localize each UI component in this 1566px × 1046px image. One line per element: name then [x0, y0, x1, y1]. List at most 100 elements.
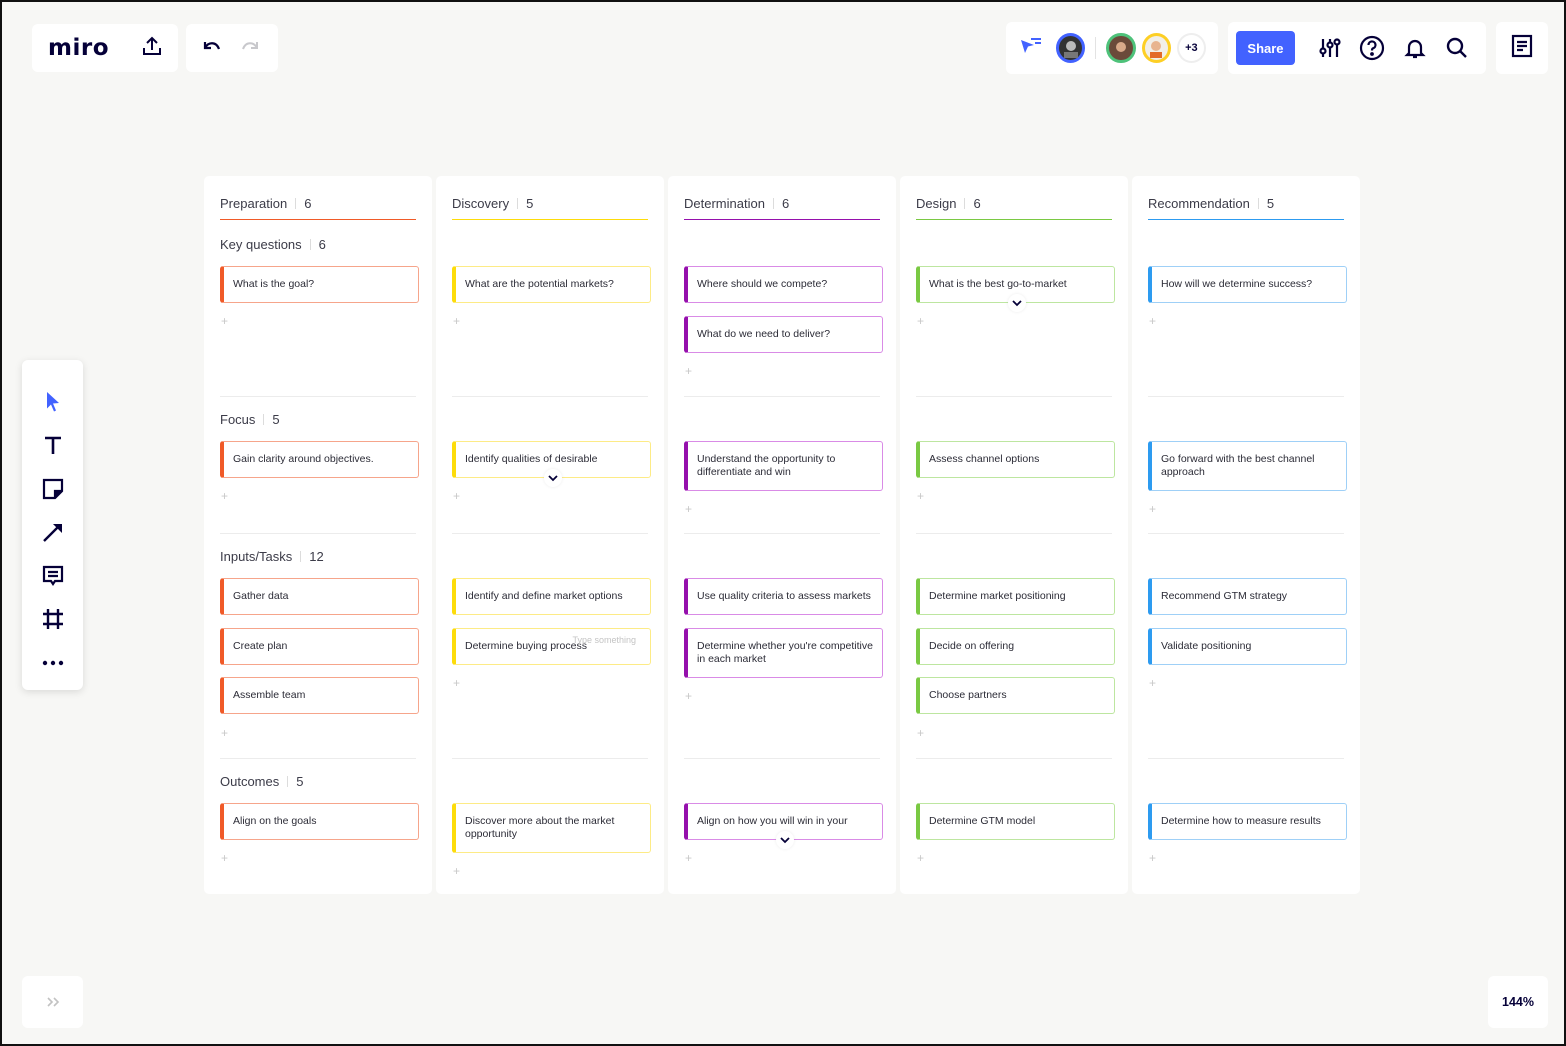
card[interactable]: Identify qualities of desirable	[452, 441, 651, 487]
avatar[interactable]	[1141, 33, 1171, 63]
expand-card-chevron-icon[interactable]	[544, 469, 562, 487]
add-card-icon[interactable]: +	[917, 726, 924, 740]
card-text: Align on the goals	[233, 815, 317, 827]
card-text: Gather data	[233, 590, 289, 602]
card[interactable]: Determine how to measure results	[1148, 803, 1347, 840]
share-button[interactable]: Share	[1236, 31, 1295, 65]
help-icon[interactable]	[1351, 31, 1393, 65]
row-label-inputs-tasks: Inputs/Tasks 12	[220, 547, 324, 565]
add-card-icon[interactable]: +	[221, 314, 228, 328]
card[interactable]: What do we need to deliver?	[684, 316, 883, 353]
expand-card-chevron-icon[interactable]	[776, 831, 794, 849]
add-card-icon[interactable]: +	[917, 489, 924, 503]
add-card-icon[interactable]: +	[685, 502, 692, 516]
add-card-icon[interactable]: +	[1149, 676, 1156, 690]
card[interactable]: Validate positioning	[1148, 628, 1347, 665]
document-notes-icon[interactable]	[1511, 34, 1533, 63]
redo-icon[interactable]	[240, 38, 260, 59]
add-card-icon[interactable]: +	[221, 726, 228, 740]
column-count: 5	[526, 196, 534, 211]
card-text: Determine market positioning	[929, 590, 1066, 602]
row-count: 6	[318, 236, 326, 252]
column-title: Determination	[684, 196, 765, 211]
follow-cursor-icon[interactable]	[1018, 35, 1044, 62]
row-divider	[220, 533, 416, 534]
column-header: Discovery 5	[452, 188, 648, 220]
notes-panel	[1496, 22, 1548, 74]
add-card-icon[interactable]: +	[685, 689, 692, 703]
expand-card-chevron-icon[interactable]	[1008, 294, 1026, 312]
column-determination: Determination 6 Where should we compete? …	[668, 176, 896, 894]
undo-icon[interactable]	[202, 38, 222, 59]
card[interactable]: Assess channel options	[916, 441, 1115, 478]
expand-panel-button[interactable]	[22, 976, 83, 1028]
card-text: Discover more about the market opportuni…	[465, 815, 615, 840]
settings-sliders-icon[interactable]	[1309, 31, 1351, 65]
select-cursor-icon[interactable]	[33, 380, 73, 424]
add-card-icon[interactable]: +	[1149, 314, 1156, 328]
card[interactable]: Gather data	[220, 578, 419, 615]
card[interactable]: Align on how you will win in your	[684, 803, 883, 849]
card[interactable]: Where should we compete?	[684, 266, 883, 303]
avatar[interactable]	[1106, 33, 1136, 63]
card[interactable]: How will we determine success?	[1148, 266, 1347, 303]
add-card-icon[interactable]: +	[917, 314, 924, 328]
add-card-icon[interactable]: +	[685, 851, 692, 865]
card-text: Determine how to measure results	[1161, 815, 1321, 827]
card[interactable]: What is the best go-to-market	[916, 266, 1115, 312]
card[interactable]: Discover more about the market opportuni…	[452, 803, 651, 853]
more-collaborators-badge[interactable]: +3	[1176, 33, 1206, 63]
card[interactable]: Understand the opportunity to differenti…	[684, 441, 883, 491]
card[interactable]: Recommend GTM strategy	[1148, 578, 1347, 615]
column-title: Discovery	[452, 196, 510, 211]
miro-logo[interactable]: miro	[48, 35, 109, 61]
zoom-level[interactable]: 144%	[1488, 976, 1548, 1028]
card[interactable]: Assemble team	[220, 677, 419, 714]
export-icon[interactable]	[141, 35, 163, 62]
card-text: Gain clarity around objectives.	[233, 453, 374, 465]
card[interactable]: Decide on offering	[916, 628, 1115, 665]
add-card-icon[interactable]: +	[453, 864, 460, 878]
add-card-icon[interactable]: +	[453, 314, 460, 328]
row-count: 5	[272, 411, 280, 427]
add-card-icon[interactable]: +	[1149, 851, 1156, 865]
card-editing[interactable]: Determine buying process Type something	[452, 628, 651, 665]
add-card-icon[interactable]: +	[917, 851, 924, 865]
column-header: Design 6	[916, 188, 1112, 220]
card-text: Go forward with the best channel approac…	[1161, 453, 1315, 478]
card[interactable]: Determine GTM model	[916, 803, 1115, 840]
add-card-icon[interactable]: +	[685, 364, 692, 378]
add-card-icon[interactable]: +	[1149, 502, 1156, 516]
card[interactable]: Use quality criteria to assess markets	[684, 578, 883, 615]
card[interactable]: Gain clarity around objectives.	[220, 441, 419, 478]
row-title: Key questions	[220, 236, 302, 252]
card[interactable]: Go forward with the best channel approac…	[1148, 441, 1347, 491]
card-text: Align on how you will win in your	[697, 815, 848, 827]
add-card-icon[interactable]: +	[221, 851, 228, 865]
connection-arrow-icon[interactable]	[33, 511, 73, 555]
card[interactable]: What is the goal?	[220, 266, 419, 303]
column-header: Preparation 6	[220, 188, 416, 220]
notifications-bell-icon[interactable]	[1394, 31, 1436, 65]
search-icon[interactable]	[1436, 31, 1478, 65]
text-tool-icon[interactable]	[33, 424, 73, 468]
card[interactable]: Identify and define market options	[452, 578, 651, 615]
collaborators-panel: +3	[1006, 22, 1218, 74]
card-text: Identify and define market options	[465, 590, 623, 602]
sticky-note-icon[interactable]	[33, 467, 73, 511]
card-placeholder-hint: Type something	[572, 635, 636, 645]
add-card-icon[interactable]: +	[221, 489, 228, 503]
add-card-icon[interactable]: +	[453, 676, 460, 690]
add-card-icon[interactable]: +	[453, 489, 460, 503]
card[interactable]: What are the potential markets?	[452, 266, 651, 303]
frame-icon[interactable]	[33, 598, 73, 642]
avatar[interactable]	[1056, 33, 1086, 63]
card[interactable]: Align on the goals	[220, 803, 419, 840]
card[interactable]: Create plan	[220, 628, 419, 665]
card[interactable]: Determine market positioning	[916, 578, 1115, 615]
more-tools-icon[interactable]	[33, 641, 73, 685]
column-header: Determination 6	[684, 188, 880, 220]
comment-icon[interactable]	[33, 554, 73, 598]
card[interactable]: Determine whether you're competitive in …	[684, 628, 883, 678]
card[interactable]: Choose partners	[916, 677, 1115, 714]
